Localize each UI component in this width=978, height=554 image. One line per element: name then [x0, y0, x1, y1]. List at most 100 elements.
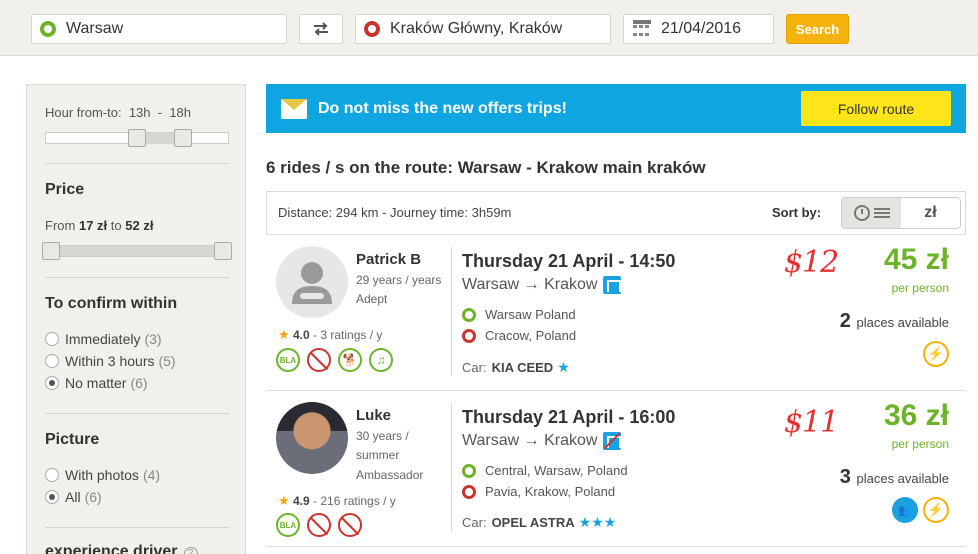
price-slider[interactable]	[42, 242, 232, 260]
places-count: 3	[839, 466, 851, 488]
price-min: 17 zł	[78, 218, 108, 233]
list-icon	[873, 208, 890, 218]
sort-by-time-button[interactable]	[842, 198, 901, 228]
star-icon: ★	[278, 493, 290, 508]
sort-toggle: zł	[841, 197, 961, 229]
pickup-label: Central, Warsaw, Poland	[485, 463, 628, 478]
from-field[interactable]: Warsaw	[31, 14, 287, 44]
driver-preferences: BLA	[276, 513, 369, 537]
hour-slider-max-handle[interactable]	[174, 129, 192, 147]
pickup-marker-icon	[462, 463, 476, 478]
driver-detail: summer	[356, 448, 400, 462]
places-available: 3 places available	[840, 466, 949, 489]
instant-booking-icon: ⚡	[923, 341, 949, 367]
search-button[interactable]: Search	[786, 14, 849, 44]
confirm-heading: To confirm within	[45, 295, 178, 312]
option-label: Within 3 hours	[65, 353, 155, 369]
destination-marker-icon	[364, 21, 380, 37]
places-label: places available	[856, 471, 949, 486]
calendar-icon	[633, 20, 651, 38]
ride-card[interactable]: Luke 30 years / summer Ambassador ★ 4.9 …	[266, 391, 966, 547]
option-label: With photos	[65, 467, 139, 483]
sort-by-price-button[interactable]: zł	[901, 198, 960, 228]
option-count: (4)	[142, 467, 161, 483]
no-pets-icon	[338, 513, 362, 537]
divider	[451, 402, 452, 532]
ride-feature-icons: ⚡	[918, 341, 949, 367]
radio-button-checked[interactable]	[45, 490, 59, 504]
hour-slider-min-handle[interactable]	[128, 129, 146, 147]
chattiness-icon: BLA	[276, 513, 300, 537]
search-bar: Warsaw Kraków Główny, Kraków 21/04/2016 …	[0, 0, 978, 56]
star-icon: ★	[278, 327, 290, 342]
music-icon: ♫	[369, 348, 393, 372]
option-count: (3)	[144, 331, 162, 347]
dropoff-label: Pavia, Krakow, Poland	[485, 484, 616, 499]
dropoff-marker-icon	[462, 328, 476, 343]
radio-button-checked[interactable]	[45, 376, 59, 390]
ride-feature-icons: 👥 ⚡	[887, 497, 949, 523]
ride-card[interactable]: Patrick B 29 years / years Adept ★ 4.0 -…	[266, 235, 966, 391]
ride-route: Warsaw → Krakow	[462, 276, 622, 294]
driver-name[interactable]: Patrick B	[356, 251, 421, 268]
radio-button[interactable]	[45, 332, 59, 346]
per-person-label: per person	[891, 281, 949, 295]
places-label: places available	[856, 315, 949, 330]
driver-preferences: BLA 🐕 ♫	[276, 348, 400, 372]
ratings-count: - 216 ratings / y	[313, 494, 396, 508]
radio-button[interactable]	[45, 354, 59, 368]
driver-name[interactable]: Luke	[356, 407, 391, 424]
radio-button[interactable]	[45, 468, 59, 482]
divider	[45, 277, 229, 278]
dropoff-marker-icon	[462, 484, 476, 499]
to-field[interactable]: Kraków Główny, Kraków	[355, 14, 611, 44]
ride-datetime[interactable]: Thursday 21 April - 16:00	[462, 407, 675, 428]
confirm-option-3-hours[interactable]: Within 3 hours (5)	[45, 353, 176, 369]
picture-heading: Picture	[45, 431, 100, 448]
ride-route: Warsaw → Krakow	[462, 432, 622, 450]
pickup-marker-icon	[462, 307, 476, 322]
route-arrow: →	[523, 276, 540, 293]
confirm-option-immediately[interactable]: Immediately (3)	[45, 331, 162, 347]
car-label: Car:	[462, 360, 487, 375]
help-icon[interactable]: ?	[183, 547, 198, 554]
price-slider-max-handle[interactable]	[214, 242, 232, 260]
date-field[interactable]: 21/04/2016	[623, 14, 774, 44]
no-smoking-icon	[307, 513, 331, 537]
route-to: Krakow	[544, 276, 598, 293]
pickup-label: Warsaw Poland	[485, 307, 576, 322]
pickup-point: Warsaw Poland	[462, 307, 576, 322]
rating-value: 4.9	[293, 494, 310, 508]
dropoff-point: Pavia, Krakow, Poland	[462, 484, 615, 499]
pets-allowed-icon: 🐕	[338, 348, 362, 372]
no-highway-icon	[603, 432, 622, 450]
ride-price: 36 zł	[883, 399, 949, 432]
picture-option-with-photos[interactable]: With photos (4)	[45, 467, 160, 483]
sort-bar: Distance: 294 km - Journey time: 3h59m S…	[266, 191, 966, 235]
swap-icon	[314, 22, 328, 36]
offers-banner: Do not miss the new offers trips! Follow…	[266, 84, 966, 133]
to-value: Kraków Główny, Kraków	[390, 20, 563, 37]
clock-icon	[853, 205, 870, 221]
results-title: 6 rides / s on the route: Warsaw - Krako…	[266, 158, 706, 177]
handwritten-annotation: $12	[784, 245, 839, 280]
ride-datetime[interactable]: Thursday 21 April - 14:50	[462, 251, 675, 272]
price-slider-min-handle[interactable]	[42, 242, 60, 260]
price-heading: Price	[45, 181, 85, 198]
picture-option-all[interactable]: All (6)	[45, 489, 102, 505]
chattiness-icon: BLA	[276, 348, 300, 372]
follow-route-button[interactable]: Follow route	[801, 91, 951, 126]
origin-marker-icon	[40, 21, 56, 37]
price-from-label: From	[45, 218, 76, 233]
places-available: 2 places available	[840, 310, 949, 333]
hour-slider[interactable]	[45, 129, 229, 147]
hour-separator: -	[157, 105, 163, 120]
confirm-option-no-matter[interactable]: No matter (6)	[45, 375, 148, 391]
avatar	[276, 246, 348, 318]
driver-level: Ambassador	[356, 468, 424, 482]
swap-button[interactable]	[299, 14, 343, 44]
date-value: 21/04/2016	[661, 20, 742, 37]
option-count: (6)	[130, 375, 148, 391]
rating-value: 4.0	[293, 328, 310, 342]
option-label: All	[65, 489, 81, 505]
